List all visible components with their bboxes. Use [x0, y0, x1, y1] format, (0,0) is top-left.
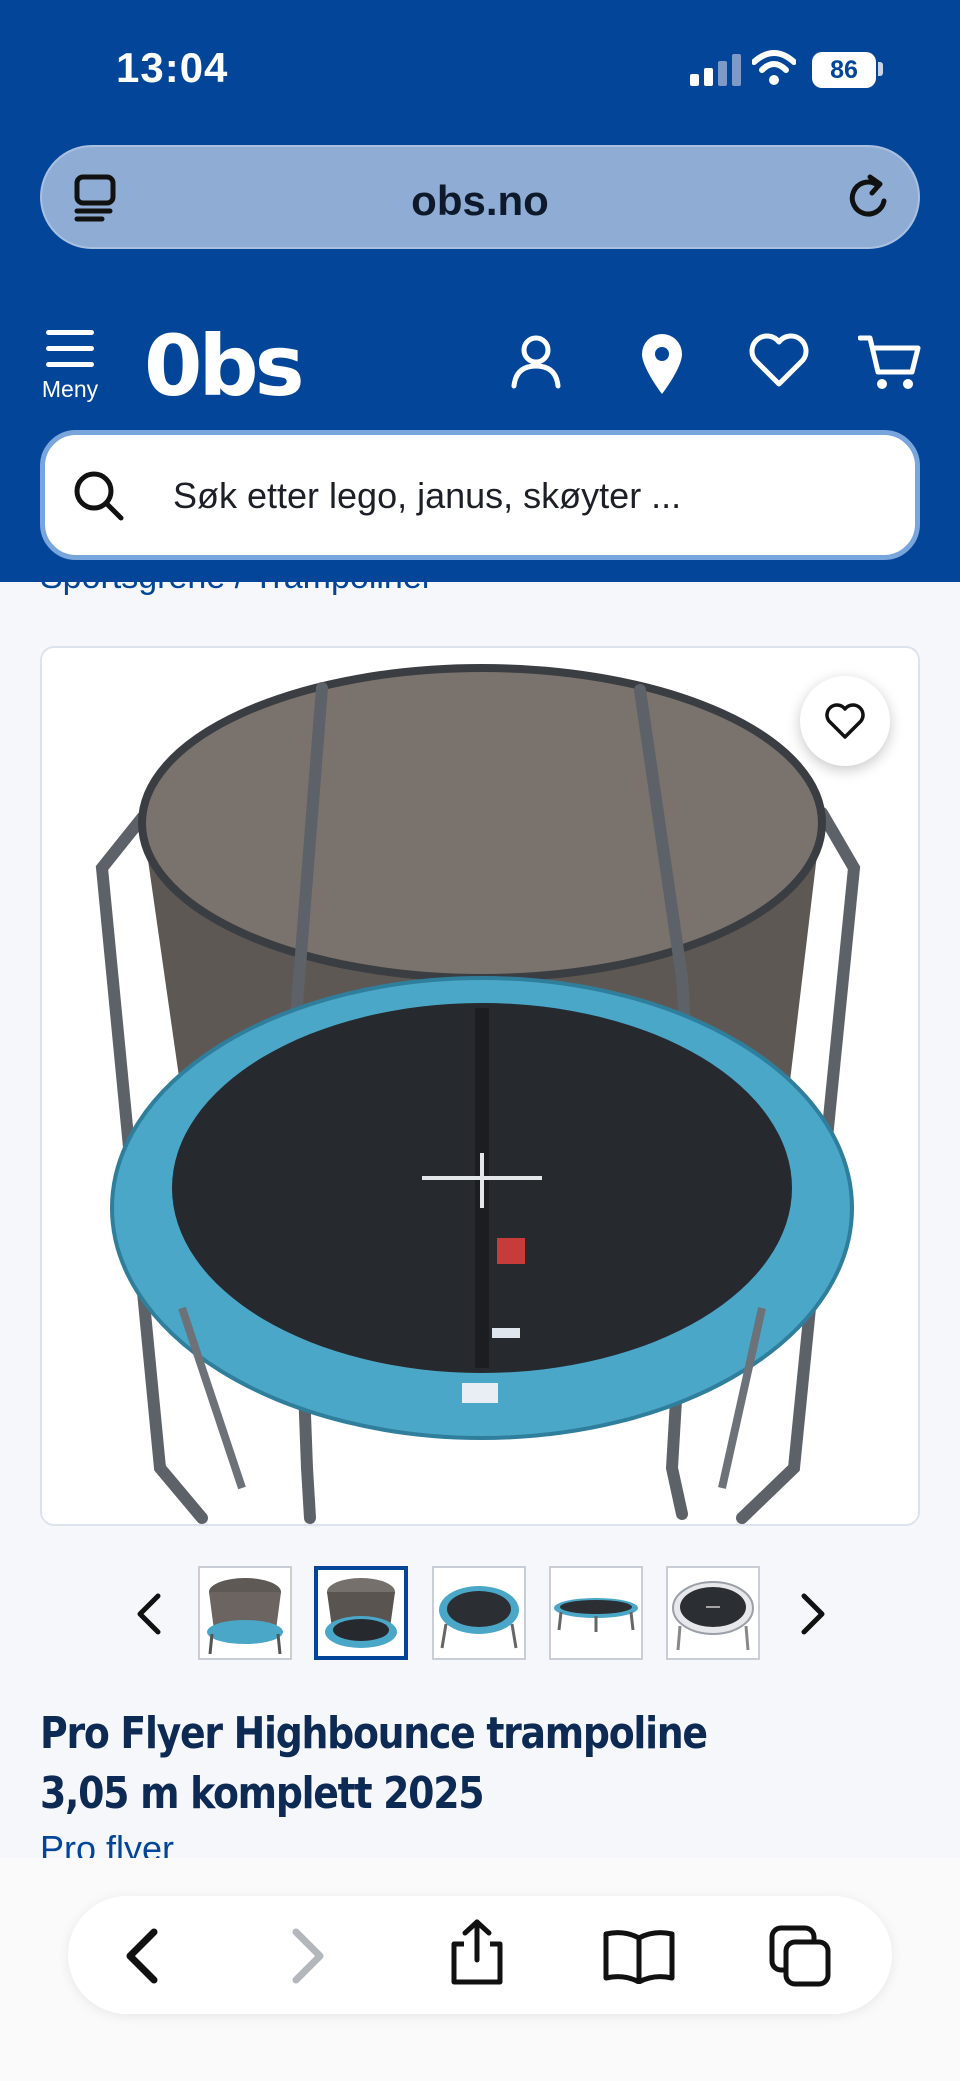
brand-link[interactable]: Pro flyer [40, 1828, 920, 1858]
back-icon[interactable] [118, 1926, 168, 1986]
share-icon[interactable] [446, 1918, 508, 1988]
gallery-thumbnail-active[interactable] [314, 1566, 408, 1660]
battery-indicator: 86 [812, 52, 876, 88]
status-time: 13:04 [116, 44, 229, 91]
forward-icon[interactable] [282, 1926, 332, 1986]
heart-icon[interactable] [748, 332, 810, 388]
gallery-thumbnail[interactable] [432, 1566, 526, 1660]
gallery-thumbnail[interactable] [666, 1566, 760, 1660]
gallery-thumbnails [0, 1566, 960, 1664]
toolbar-pill [68, 1896, 892, 2014]
url-text: obs.no [411, 177, 549, 224]
reload-icon[interactable] [842, 171, 896, 225]
menu-icon [38, 330, 102, 367]
browser-toolbar [0, 1858, 960, 2081]
location-icon[interactable] [638, 332, 686, 396]
menu-label: Meny [41, 376, 99, 402]
product-image[interactable] [40, 646, 920, 1526]
wifi-icon [752, 50, 796, 85]
cart-icon[interactable] [858, 332, 922, 392]
search-icon [74, 471, 124, 521]
menu-button[interactable]: Meny [38, 330, 102, 416]
site-header: 13:04 86 obs.no Meny 0bs Søk etter lego,… [0, 0, 960, 582]
chevron-right-icon[interactable] [798, 1592, 828, 1636]
gallery-thumbnail[interactable] [198, 1566, 292, 1660]
search-input[interactable] [171, 465, 875, 527]
status-bar: 13:04 86 [0, 0, 960, 130]
product-brand: Pro flyer [40, 1828, 920, 1858]
user-icon[interactable] [508, 332, 564, 392]
bookmarks-icon[interactable] [602, 1928, 676, 1984]
chevron-left-icon[interactable] [134, 1592, 164, 1636]
site-nav: Meny 0bs [0, 318, 960, 418]
heart-icon [825, 703, 865, 739]
tab-switcher-icon[interactable] [768, 1924, 834, 1988]
search-bar[interactable] [40, 430, 920, 560]
obs-logo[interactable]: 0bs [144, 324, 305, 408]
breadcrumb-text[interactable]: Sportsgrene / Trampoliner [40, 582, 920, 597]
cellular-signal-icon [690, 54, 741, 86]
trampoline-illustration [95, 664, 861, 1524]
address-bar[interactable]: obs.no [40, 145, 920, 249]
gallery-thumbnail[interactable] [549, 1566, 643, 1660]
product-title: Pro Flyer Highbounce trampoline 3,05 m k… [40, 1708, 708, 1819]
battery-tip [878, 62, 883, 76]
breadcrumb: Sportsgrene / Trampoliner [40, 582, 920, 598]
add-to-favorites-button[interactable] [800, 676, 890, 766]
